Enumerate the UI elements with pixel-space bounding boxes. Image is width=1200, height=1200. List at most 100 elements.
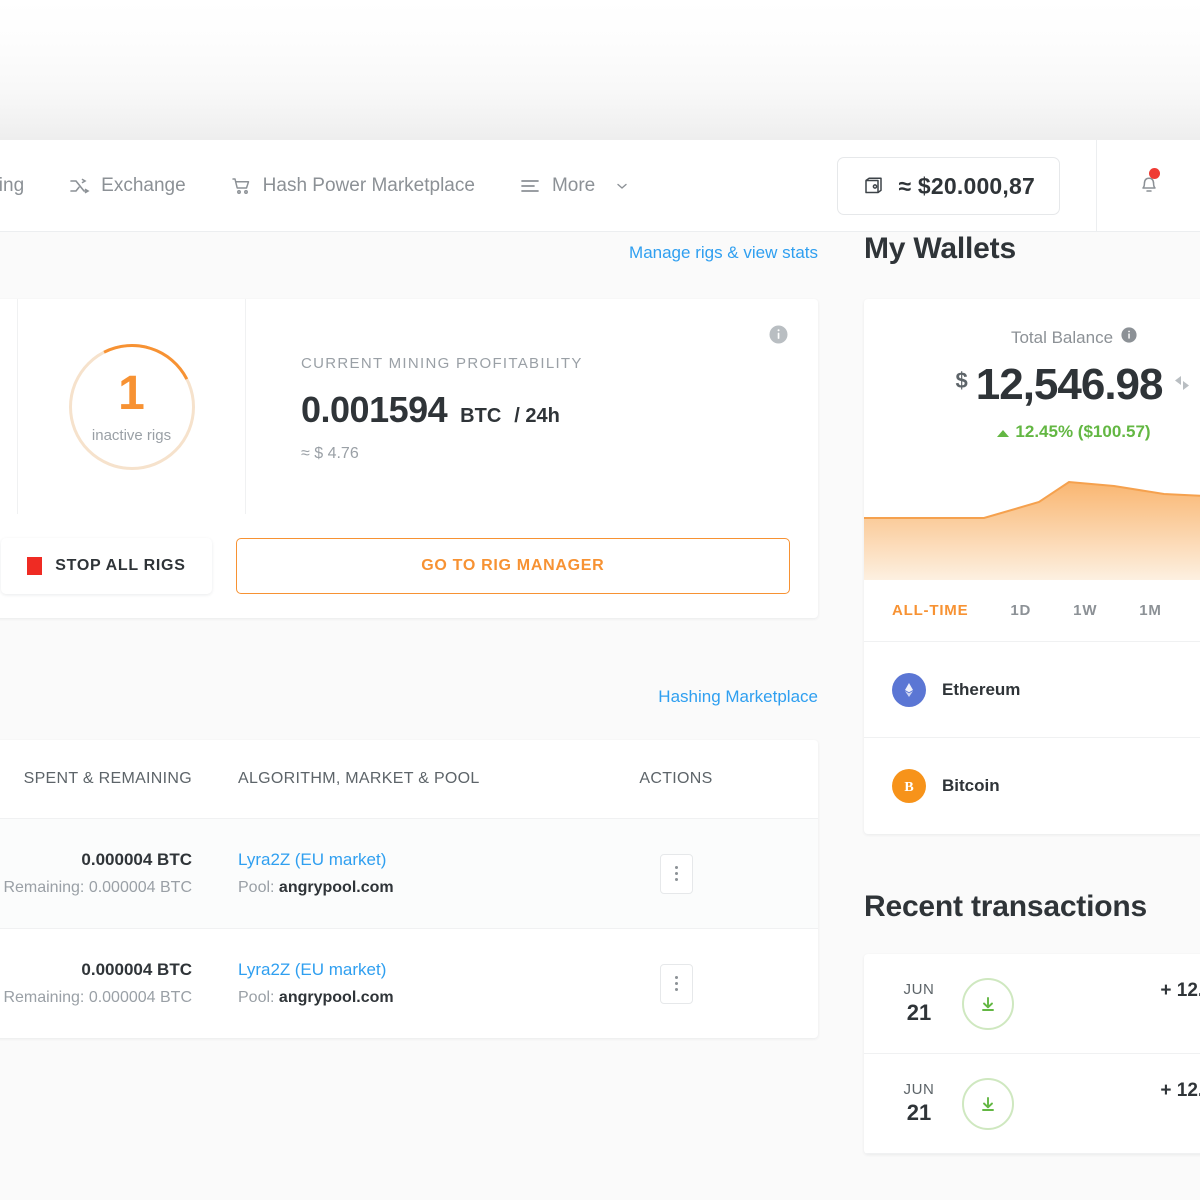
chevron-down-icon — [615, 179, 629, 193]
wallet-icon — [862, 175, 884, 197]
mining-status-metrics: 5 e rigs 1 inactive rigs — [0, 299, 818, 514]
order-algorithm-link[interactable]: Lyra2Z — [238, 960, 290, 979]
list-item[interactable]: JUN 21 + 12.12345 122 — [864, 954, 1200, 1054]
nav-item-exchange[interactable]: Exchange — [46, 140, 208, 231]
nav-label-hash-power-marketplace: Hash Power Marketplace — [263, 175, 475, 197]
transaction-amount: + 12.12345 — [1160, 980, 1200, 1002]
balance-button[interactable]: ≈ $20.000,87 — [837, 157, 1060, 215]
page-top-gradient — [0, 0, 1200, 140]
nav-label-mining: ining — [0, 175, 24, 197]
total-balance-value-row: $ 12,546.98 — [864, 360, 1200, 410]
list-item[interactable]: Ethereum 12 $876 — [864, 642, 1200, 738]
profitability-label: CURRENT MINING PROFITABILITY — [301, 355, 818, 372]
profitability-cell: CURRENT MINING PROFITABILITY 0.001594 BT… — [246, 299, 818, 514]
exchange-icon — [68, 175, 90, 197]
nav-label-exchange: Exchange — [101, 175, 186, 197]
inactive-rigs-cell: 1 inactive rigs — [18, 299, 246, 514]
total-balance-change: 12.45% ($100.57) — [864, 422, 1200, 442]
active-orders-header: ve orders Hashing Marketplace — [0, 676, 818, 710]
dashboard-page: ining Exchange Hash Po — [0, 0, 1200, 1200]
order-spent-cell: 0.000004 BTC Remaining: 0.000004 BTC — [0, 960, 214, 1007]
change-text: 12.45% ($100.57) — [1015, 422, 1150, 441]
mining-status-actions: RT ALL RIGS STOP ALL RIGS GO TO RIG MANA… — [0, 514, 818, 618]
inactive-rigs-donut: 1 inactive rigs — [69, 344, 195, 470]
right-column: My Wallets W Total Balance $ 12,546.98 — [864, 232, 1200, 1154]
balance-amount: ≈ $20.000,87 — [898, 173, 1035, 200]
transaction-sub: 122 — [1160, 1009, 1200, 1027]
currency-symbol: $ — [956, 368, 968, 394]
order-actions-cell — [534, 964, 818, 1004]
stop-square-icon — [27, 557, 42, 575]
transaction-values: + 12.12345 122 — [1160, 980, 1200, 1027]
info-icon[interactable] — [1121, 327, 1137, 348]
table-row[interactable]: 0.000004 BTC Remaining: 0.000004 BTC Lyr… — [0, 928, 818, 1038]
order-market: (EU market) — [295, 960, 387, 979]
transaction-sub: 122 — [1160, 1109, 1200, 1127]
info-icon[interactable] — [769, 325, 788, 349]
download-arrow-icon — [962, 1078, 1014, 1130]
kebab-menu-icon[interactable] — [660, 854, 693, 894]
my-wallets-title: My Wallets — [864, 232, 1016, 266]
nav-items: ining Exchange Hash Po — [0, 140, 651, 231]
swap-arrows-icon[interactable] — [1171, 372, 1193, 399]
transaction-values: + 12.12345 122 — [1160, 1080, 1200, 1127]
nav-item-mining[interactable]: ining — [0, 140, 46, 231]
order-algorithm-cell: Lyra2Z (EU market) Pool: angrypool.com — [214, 850, 534, 897]
profitability-period: / 24h — [514, 405, 560, 428]
coin-name: Bitcoin — [942, 776, 1000, 796]
order-pool-label: Pool: — [238, 879, 274, 896]
order-algorithm-row: Lyra2Z (EU market) — [238, 960, 534, 980]
active-rigs-cell: 5 e rigs — [0, 299, 18, 514]
manage-rigs-link[interactable]: Manage rigs & view stats — [629, 243, 818, 263]
order-remaining: Remaining: 0.000004 BTC — [0, 879, 192, 897]
table-row[interactable]: 0.000004 BTC Remaining: 0.000004 BTC Lyr… — [0, 818, 818, 928]
order-algorithm-link[interactable]: Lyra2Z — [238, 850, 290, 869]
nav-item-more[interactable]: More — [497, 140, 651, 231]
profitability-unit: BTC — [460, 405, 501, 428]
top-navigation-bar: ining Exchange Hash Po — [0, 140, 1200, 232]
order-pool-row: Pool: angrypool.com — [238, 989, 534, 1007]
order-actions-cell — [534, 854, 818, 894]
profitability-value: 0.001594 — [301, 389, 447, 431]
tab-1m[interactable]: 1M — [1139, 602, 1161, 619]
order-spent-cell: 0.000004 BTC Remaining: 0.000004 BTC — [0, 850, 214, 897]
stop-all-rigs-button[interactable]: STOP ALL RIGS — [1, 538, 211, 594]
nav-item-hash-power-marketplace[interactable]: Hash Power Marketplace — [208, 140, 497, 231]
period-tabs: ALL-TIME 1D 1W 1M — [864, 580, 1200, 642]
recent-transactions-title: Recent transactions — [864, 890, 1147, 924]
order-algorithm-row: Lyra2Z (EU market) — [238, 850, 534, 870]
orders-col-actions: ACTIONS — [534, 770, 818, 788]
ethereum-icon — [892, 673, 926, 707]
cart-icon — [230, 175, 252, 197]
order-algorithm-cell: Lyra2Z (EU market) Pool: angrypool.com — [214, 960, 534, 1007]
kebab-menu-icon[interactable] — [660, 964, 693, 1004]
balance-chart-svg — [864, 460, 1200, 580]
go-to-rig-manager-button[interactable]: GO TO RIG MANAGER — [236, 538, 790, 594]
notifications-button[interactable] — [1096, 140, 1200, 232]
hashing-marketplace-link[interactable]: Hashing Marketplace — [658, 687, 818, 707]
my-wallets-header: My Wallets W — [864, 232, 1200, 266]
tab-1d[interactable]: 1D — [1010, 602, 1031, 619]
total-balance-label: Total Balance — [1011, 328, 1113, 348]
tab-all-time[interactable]: ALL-TIME — [892, 602, 968, 619]
coin-name: Ethereum — [942, 680, 1020, 700]
transaction-month: JUN — [892, 981, 946, 998]
inactive-rigs-value: 1 — [118, 370, 145, 418]
stop-all-rigs-label: STOP ALL RIGS — [55, 557, 185, 575]
list-item[interactable]: B Bitcoin 12 $876 — [864, 738, 1200, 834]
go-to-rig-manager-label: GO TO RIG MANAGER — [421, 557, 604, 575]
tab-1w[interactable]: 1W — [1073, 602, 1097, 619]
inactive-rigs-label: inactive rigs — [92, 427, 171, 444]
triangle-up-icon — [997, 430, 1009, 437]
order-spent: 0.000004 BTC — [0, 960, 192, 980]
transaction-day: 21 — [892, 1100, 946, 1126]
total-balance-label-row: Total Balance — [1011, 327, 1137, 348]
download-arrow-icon — [962, 978, 1014, 1030]
transaction-date: JUN 21 — [892, 981, 946, 1026]
profitability-usd: ≈ $ 4.76 — [301, 445, 818, 463]
mining-status-header: tatus Manage rigs & view stats — [0, 232, 818, 266]
orders-table-header: SPENT & REMAINING ALGORITHM, MARKET & PO… — [0, 740, 818, 818]
list-item[interactable]: JUN 21 + 12.12345 122 — [864, 1054, 1200, 1154]
main-content: tatus Manage rigs & view stats 5 e rigs … — [0, 232, 1200, 1200]
notification-badge-dot — [1149, 168, 1160, 179]
